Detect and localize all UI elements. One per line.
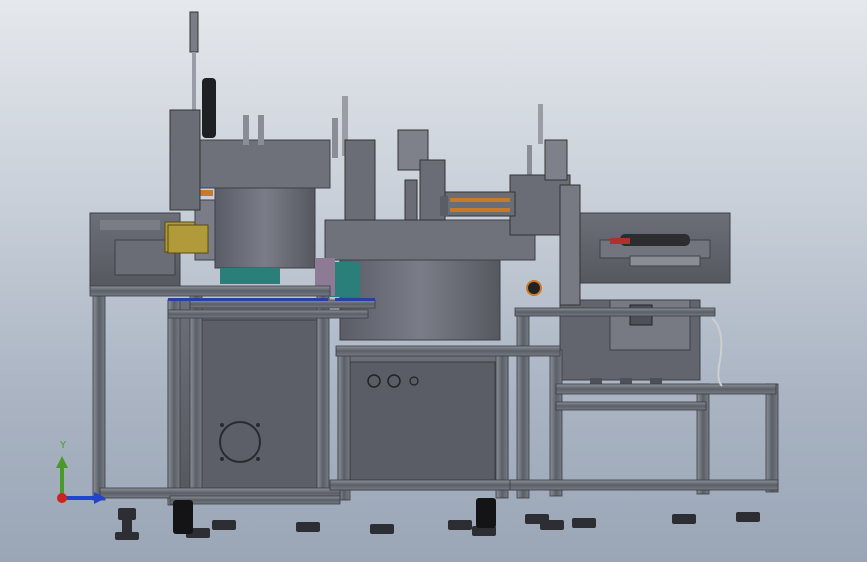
x-axis-arrow [62,492,106,504]
right-feeder-housing [559,212,731,390]
z-axis-dot [57,493,67,503]
coordinate-triad: Y [44,436,114,516]
machine-assembly-model[interactable] [0,0,867,562]
vibratory-bowl-center [315,219,542,341]
linear-guide [440,191,516,217]
cad-viewport[interactable]: Y [0,0,867,562]
cable [711,317,723,387]
blue-rails [168,298,375,301]
y-axis-label: Y [60,440,67,451]
main-cabinet-center [337,349,509,491]
y-axis-arrow [56,456,68,498]
